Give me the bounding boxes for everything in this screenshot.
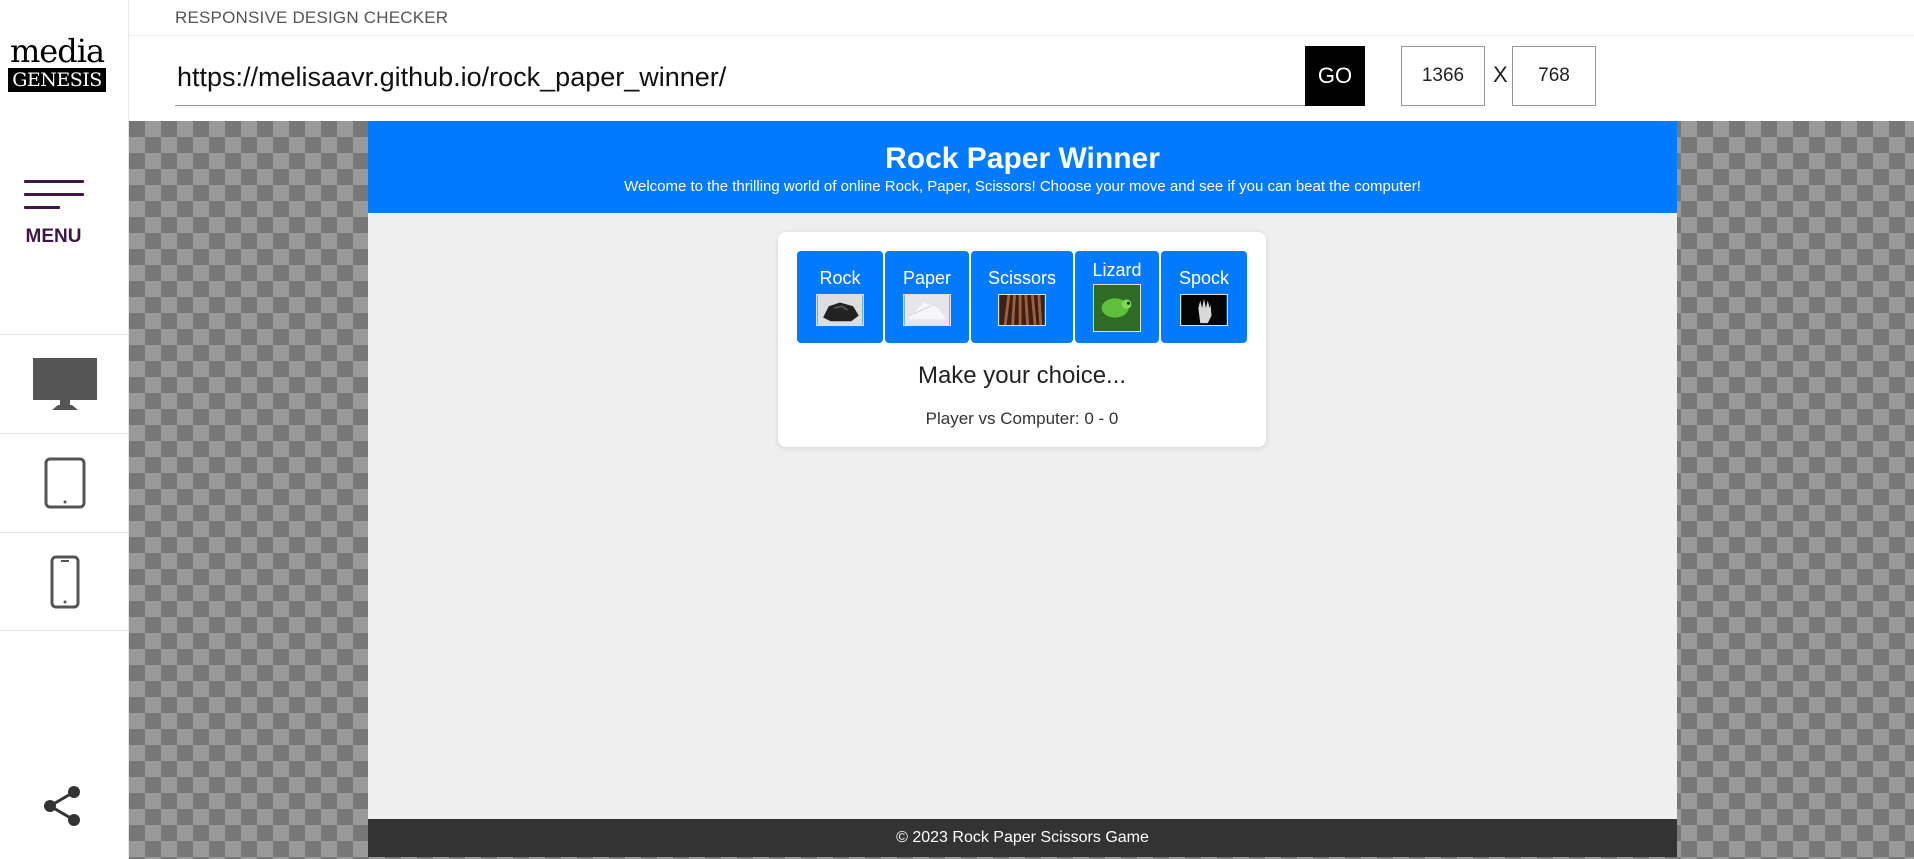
tablet-icon — [44, 457, 85, 509]
spock-label: Spock — [1178, 268, 1230, 288]
scissors-button[interactable]: Scissors — [971, 251, 1073, 343]
paper-image — [903, 294, 951, 326]
logo-top-text: media — [9, 32, 105, 70]
share-icon — [44, 786, 80, 826]
game-card: Rock Paper Scissors Lizard Spock Make yo… — [778, 232, 1266, 447]
site-footer: © 2023 Rock Paper Scissors Game — [368, 819, 1677, 857]
menu-button[interactable]: MENU — [0, 170, 107, 260]
divider — [129, 35, 1914, 36]
phone-view-button[interactable] — [0, 532, 129, 631]
preview-frame[interactable]: Rock Paper Winner Welcome to the thrilli… — [368, 121, 1677, 857]
score-text: Player vs Computer: 0 - 0 — [925, 409, 1119, 428]
media-genesis-logo[interactable]: media GENESIS — [8, 34, 106, 92]
site-header: Rock Paper Winner Welcome to the thrilli… — [368, 121, 1677, 213]
rock-image — [816, 294, 864, 326]
menu-label: MENU — [25, 226, 82, 247]
go-button[interactable]: GO — [1305, 46, 1365, 106]
rock-label: Rock — [819, 268, 861, 288]
checker-title: RESPONSIVE DESIGN CHECKER — [175, 8, 449, 27]
spock-button[interactable]: Spock — [1161, 251, 1247, 343]
phone-icon — [50, 555, 79, 608]
url-input[interactable] — [175, 50, 1305, 106]
result-message: Make your choice... — [917, 362, 1127, 389]
lizard-button[interactable]: Lizard — [1075, 251, 1159, 343]
paper-label: Paper — [902, 268, 952, 288]
width-input[interactable] — [1401, 46, 1485, 106]
tablet-view-button[interactable] — [0, 433, 129, 532]
height-input[interactable] — [1512, 46, 1596, 106]
scissors-image — [998, 294, 1046, 326]
choice-buttons: Rock Paper Scissors Lizard Spock — [797, 251, 1247, 343]
spock-image — [1180, 294, 1228, 326]
site-subtitle: Welcome to the thrilling world of online… — [624, 178, 1421, 195]
scissors-label: Scissors — [987, 268, 1056, 288]
dimension-separator: X — [1493, 62, 1508, 87]
rock-button[interactable]: Rock — [797, 251, 883, 343]
desktop-view-button[interactable] — [0, 334, 129, 433]
site-title: Rock Paper Winner — [885, 142, 1160, 175]
desktop-icon — [32, 358, 97, 410]
lizard-image — [1093, 284, 1141, 332]
share-button[interactable] — [40, 784, 84, 828]
lizard-label: Lizard — [1092, 260, 1142, 280]
paper-button[interactable]: Paper — [885, 251, 969, 343]
sidebar: media GENESIS MENU — [0, 0, 129, 859]
logo-bottom-text: GENESIS — [8, 68, 106, 92]
hamburger-icon — [24, 180, 84, 219]
